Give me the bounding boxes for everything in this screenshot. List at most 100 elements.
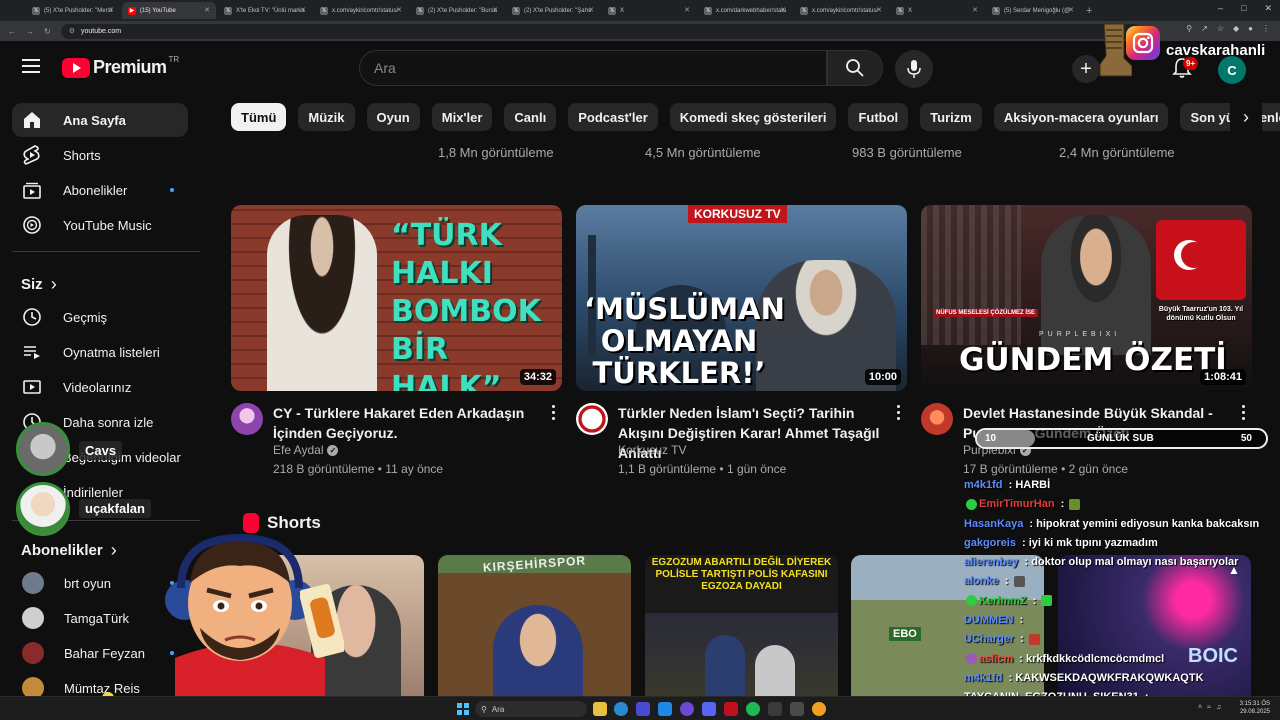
filter-chip[interactable]: Aksiyon-macera oyunları <box>993 103 1169 131</box>
account-avatar[interactable]: C <box>1218 56 1246 84</box>
video-card[interactable]: KORKUSUZ TV ‘MÜSLÜMAN OLMAYAN TÜRKLER!’ … <box>576 205 907 476</box>
youtube-premium-logo[interactable]: Premium TR <box>62 55 179 78</box>
filter-chip[interactable]: Turizm <box>920 103 982 131</box>
back-icon[interactable]: ← <box>8 27 16 36</box>
chat-username: HasanKaya <box>964 517 1024 530</box>
video-card[interactable]: “TÜRK HALKI BOMBOK BİR HALK” 34:32 CY - … <box>231 205 562 476</box>
video-thumbnail[interactable]: Büyük Taarruz'un 103. Yıl dönümü Kutlu O… <box>921 205 1252 391</box>
site-info-icon[interactable]: ⚙ <box>69 27 75 35</box>
filter-chip[interactable]: Müzik <box>298 103 355 131</box>
spotify-icon[interactable] <box>746 702 760 716</box>
app-icon[interactable] <box>724 702 738 716</box>
sidebar-item-youtube-music[interactable]: YouTube Music <box>12 208 188 242</box>
browser-menu-icon[interactable]: ⋮ <box>1262 24 1270 33</box>
new-tab-button[interactable]: + <box>1086 5 1092 17</box>
sidebar-item-shorts[interactable]: Shorts <box>12 138 188 172</box>
close-tab-icon[interactable]: ✕ <box>588 6 594 14</box>
browser-tab[interactable]: 𝕏 X'te Ekol TV: "Ünlü marka ✕ <box>218 2 312 19</box>
channel-avatar[interactable] <box>576 403 608 435</box>
app-icon[interactable] <box>680 702 694 716</box>
sidebar-section-subscriptions[interactable]: Abonelikler › <box>21 540 117 561</box>
browser-tab[interactable]: 𝕏 X ✕ <box>890 2 984 19</box>
zoom-icon[interactable]: ⚲ <box>1186 24 1192 33</box>
filter-chip[interactable]: Tümü <box>231 103 287 131</box>
close-tab-icon[interactable]: ✕ <box>204 6 210 14</box>
browser-tab[interactable]: 𝕏 X ✕ <box>602 2 696 19</box>
short-card[interactable]: KIRŞEHİRSPOR <box>438 555 631 705</box>
search-input[interactable] <box>374 60 826 76</box>
reload-icon[interactable]: ↻ <box>44 27 51 36</box>
close-tab-icon[interactable]: ✕ <box>1068 6 1074 14</box>
create-button[interactable]: + <box>1072 55 1100 83</box>
chips-next-button[interactable]: › <box>1230 103 1262 131</box>
shorts-icon <box>22 145 42 165</box>
app-icon[interactable] <box>658 702 672 716</box>
volume-icon[interactable]: ♫ <box>1216 704 1221 711</box>
app-icon[interactable] <box>768 702 782 716</box>
browser-tab[interactable]: 𝕏x.com/aykiricomtr/status/✕ <box>314 2 408 19</box>
sidebar-item-home[interactable]: Ana Sayfa <box>12 103 188 137</box>
extensions-icon[interactable]: ◆ <box>1233 24 1239 33</box>
close-tab-icon[interactable]: ✕ <box>492 6 498 14</box>
file-explorer-icon[interactable] <box>593 702 607 716</box>
filter-chip[interactable]: Oyun <box>366 103 420 131</box>
share-icon[interactable]: ↗ <box>1201 24 1208 33</box>
filter-chip[interactable]: Futbol <box>848 103 909 131</box>
filter-chip[interactable]: Canlı <box>504 103 557 131</box>
edge-icon[interactable] <box>614 702 628 716</box>
url-field[interactable]: ⚙ youtube.com <box>60 23 1141 39</box>
sidebar-section-you[interactable]: Siz › <box>21 274 57 295</box>
taskbar-search[interactable]: ⚲ Ara <box>475 701 587 717</box>
browser-tab[interactable]: 𝕏 (5) X'te Pusholder: "Mersi ✕ <box>26 2 120 19</box>
forward-icon[interactable]: → <box>26 27 34 36</box>
search-button[interactable] <box>827 50 883 86</box>
browser-tab[interactable]: 𝕏x.com/aykiricomtr/status/✕ <box>794 2 888 19</box>
video-title[interactable]: CY - Türklere Hakaret Eden Arkadaşın İçi… <box>273 403 537 443</box>
more-options-icon[interactable] <box>549 403 557 421</box>
windows-start-icon[interactable] <box>457 703 469 715</box>
chevron-up-icon[interactable]: ˄ <box>1198 704 1202 711</box>
store-icon[interactable] <box>636 702 650 716</box>
browser-tab[interactable]: 𝕏 (5) Serdar Menigoğlu (@ ✕ <box>986 2 1080 19</box>
wifi-icon[interactable]: ≈ <box>1207 704 1211 711</box>
sidebar-item-you[interactable]: Videolarınız <box>12 370 188 404</box>
browser-tab[interactable]: ▶ (15) YouTube ✕ <box>122 2 216 19</box>
browser-tab[interactable]: 𝕏 (2) X'te Pusholder: "Bursa ✕ <box>410 2 504 19</box>
browser-tab[interactable]: 𝕏x.com/darkwebhaber/statu ✕ <box>698 2 792 19</box>
close-tab-icon[interactable]: ✕ <box>972 6 978 14</box>
close-tab-icon[interactable]: ✕ <box>108 6 114 14</box>
bookmark-star-icon[interactable]: ☆ <box>1217 24 1224 33</box>
minimize-icon[interactable]: – <box>1218 3 1223 14</box>
close-tab-icon[interactable]: ✕ <box>684 6 690 14</box>
sidebar-item-you[interactable]: Oynatma listeleri <box>12 335 188 369</box>
discord-icon[interactable] <box>702 702 716 716</box>
channel-name[interactable]: Korkusuz TV <box>618 443 686 457</box>
app-icon[interactable] <box>790 702 804 716</box>
close-window-icon[interactable]: ✕ <box>1264 3 1272 14</box>
short-card[interactable]: EGZOZUM ABARTILI DEĞİL DİYEREK POLİSLE T… <box>645 555 838 705</box>
filter-chip[interactable]: Podcast'ler <box>568 103 658 131</box>
clock[interactable]: 3:15:31 ÖS 29.08.2025 <box>1240 700 1270 716</box>
channel-avatar[interactable] <box>921 403 953 435</box>
video-thumbnail[interactable]: “TÜRK HALKI BOMBOK BİR HALK” 34:32 <box>231 205 562 391</box>
channel-name[interactable]: Efe Aydal ✓ <box>273 443 339 457</box>
browser-tab[interactable]: 𝕏 (2) X'te Pusholder: "Şahs ✕ <box>506 2 600 19</box>
sidebar-item-you[interactable]: Geçmiş <box>12 300 188 334</box>
more-options-icon[interactable] <box>894 403 902 421</box>
close-tab-icon[interactable]: ✕ <box>396 6 402 14</box>
video-thumbnail[interactable]: KORKUSUZ TV ‘MÜSLÜMAN OLMAYAN TÜRKLER!’ … <box>576 205 907 391</box>
filter-chip[interactable]: Komedi skeç gösterileri <box>669 103 837 131</box>
sidebar-item-subscriptions[interactable]: Abonelikler <box>12 173 188 207</box>
tab-title: (5) Serdar Menigoğlu (@ <box>1004 7 1071 14</box>
close-tab-icon[interactable]: ✕ <box>300 6 306 14</box>
voice-search-button[interactable] <box>895 50 933 88</box>
menu-icon[interactable] <box>22 59 40 73</box>
profile-icon[interactable]: ● <box>1248 24 1253 33</box>
close-tab-icon[interactable]: ✕ <box>780 6 786 14</box>
maximize-icon[interactable]: □ <box>1241 3 1246 14</box>
channel-avatar[interactable] <box>231 403 263 435</box>
close-tab-icon[interactable]: ✕ <box>876 6 882 14</box>
more-options-icon[interactable] <box>1239 403 1247 421</box>
filter-chip[interactable]: Mix'ler <box>431 103 493 131</box>
chrome-icon[interactable] <box>812 702 826 716</box>
